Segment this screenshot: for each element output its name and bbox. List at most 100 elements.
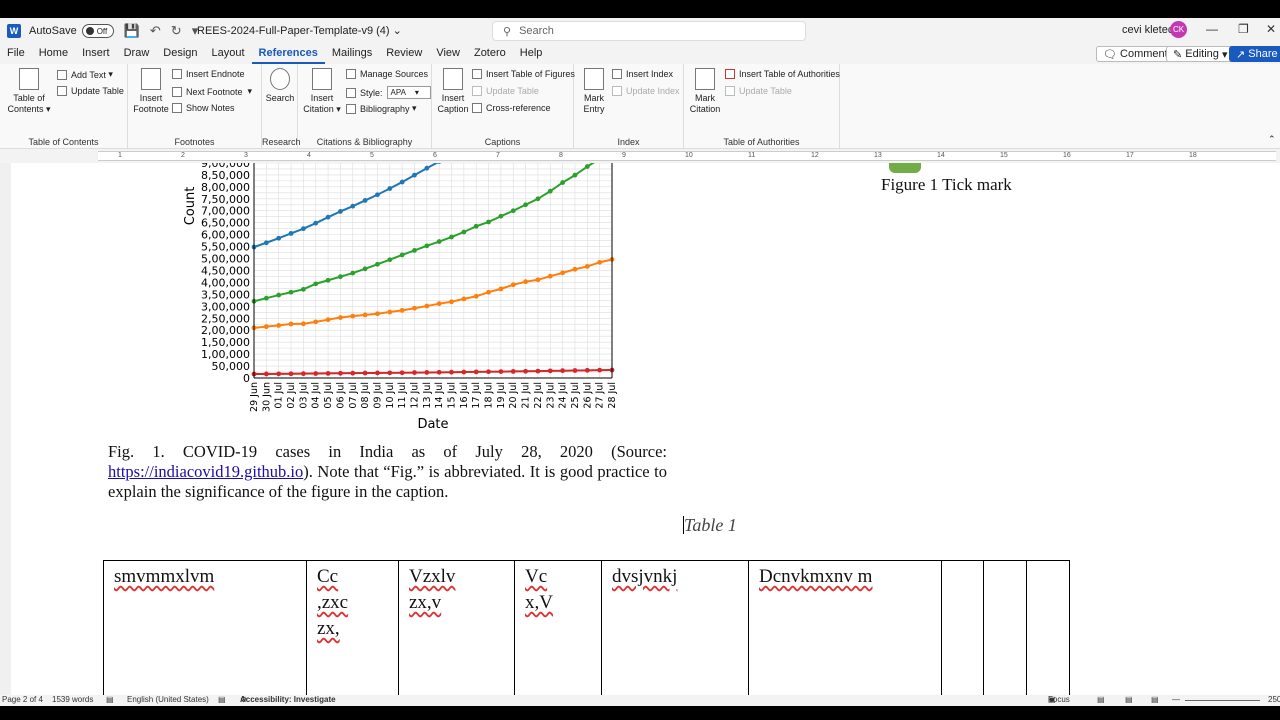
editing-button[interactable]: ✎ Editing ▾	[1166, 46, 1235, 62]
tab-help[interactable]: Help	[513, 44, 550, 64]
data-point	[547, 188, 553, 194]
tab-review[interactable]: Review	[379, 44, 429, 64]
insert-footnote-button[interactable]: Insert Footnote	[132, 68, 170, 115]
manage-sources-button[interactable]: Manage Sources	[346, 69, 428, 79]
page[interactable]: 0 50,000 1,00,000 1,50,000 2,00,000 2,50,000 3…	[11, 163, 1280, 706]
undo-icon[interactable]: ↶	[150, 23, 161, 39]
update-index-button[interactable]: Update Index	[612, 86, 680, 96]
insert-caption-button[interactable]: Insert Caption	[436, 68, 470, 115]
insert-tof-label: Insert Table of Figures	[486, 69, 575, 79]
table-cell[interactable]	[983, 560, 1027, 706]
y-axis-label: Count	[183, 187, 198, 226]
tab-design[interactable]: Design	[156, 44, 204, 64]
tab-layout[interactable]: Layout	[205, 44, 252, 64]
group-label: Table of Contents	[28, 137, 99, 147]
group-label: Citations & Bibliography	[316, 137, 413, 147]
bibliography-button[interactable]: Bibliography ▾	[346, 103, 417, 114]
x-tick-label: 11 Jul	[397, 382, 408, 409]
search-box[interactable]: ⚲ Search	[492, 21, 806, 41]
tab-insert[interactable]: Insert	[75, 44, 117, 64]
table-1[interactable]: smvmmxlvm Cc ,zxc zx, Vzxlv zx,v Vc x,V dvsj…	[103, 560, 1070, 706]
style-select[interactable]: Style: APA ▾	[346, 86, 431, 99]
cross-reference-button[interactable]: Cross-reference	[472, 103, 551, 113]
language[interactable]: English (United States)	[127, 695, 209, 704]
table-cell[interactable]: Vzxlv zx,v	[398, 560, 515, 706]
table-cell[interactable]: Cc ,zxc zx,	[306, 560, 399, 706]
table-cell[interactable]	[941, 560, 984, 706]
tab-view[interactable]: View	[429, 44, 467, 64]
update-index-label: Update Index	[626, 86, 680, 96]
horizontal-ruler[interactable]: 1 2 3 4 5 6 7 8 9 10 11 12 13 14 15 16 17 18	[0, 149, 1280, 163]
word-count[interactable]: 1539 words	[52, 695, 93, 704]
insert-index-button[interactable]: Insert Index	[612, 69, 673, 79]
insert-toa-button[interactable]: Insert Table of Authorities	[725, 69, 840, 79]
table-cell[interactable]: smvmmxlvm	[103, 560, 307, 706]
cell-text: ,zxc	[317, 592, 349, 613]
redo-icon[interactable]: ↻	[171, 23, 182, 39]
avatar[interactable]: CK	[1170, 21, 1187, 38]
search-button[interactable]: Search	[264, 68, 296, 104]
tab-home[interactable]: Home	[32, 44, 75, 64]
update-table-button[interactable]: Update Table	[57, 86, 124, 96]
maximize-icon[interactable]: ❐	[1238, 22, 1249, 36]
minimize-icon[interactable]: —	[1206, 22, 1218, 36]
data-point	[300, 371, 306, 377]
proofing-icon[interactable]: ▤	[106, 695, 114, 704]
show-notes-button[interactable]: Show Notes	[172, 103, 235, 113]
web-layout-icon[interactable]: ▤	[1151, 695, 1159, 704]
data-point	[572, 368, 578, 373]
data-point	[535, 277, 541, 283]
add-text-button[interactable]: Add Text ▾	[57, 69, 113, 80]
table-cell[interactable]: dvsjvnkj	[601, 560, 749, 706]
print-layout-icon[interactable]: ▤	[1125, 695, 1133, 704]
table-cell[interactable]	[1026, 560, 1070, 706]
insert-endnote-button[interactable]: Insert Endnote	[172, 69, 245, 79]
zoom-out-icon[interactable]: —	[1172, 695, 1180, 704]
style-value[interactable]: APA ▾	[386, 86, 431, 99]
insert-index-icon	[612, 69, 622, 79]
table-of-contents-button[interactable]: Table of Contents ▾	[6, 68, 52, 115]
manage-sources-icon	[346, 69, 356, 79]
table-cell[interactable]: Dcnvkmxnv m	[748, 560, 942, 706]
update-table-captions-button[interactable]: Update Table	[472, 86, 539, 96]
next-footnote-button[interactable]: Next Footnote ▾	[172, 86, 252, 97]
style-icon	[346, 87, 356, 98]
tab-draw[interactable]: Draw	[117, 44, 157, 64]
toc-icon	[19, 68, 39, 90]
page-count[interactable]: Page 2 of 4	[2, 695, 43, 704]
insert-table-of-figures-button[interactable]: Insert Table of Figures	[472, 69, 575, 79]
table-cell[interactable]: Vc x,V	[514, 560, 602, 706]
insert-citation-button[interactable]: Insert Citation ▾	[302, 68, 342, 115]
text-predictions-icon[interactable]: ▤	[218, 695, 226, 704]
read-mode-icon[interactable]: ▤	[1097, 695, 1105, 704]
caption-link[interactable]: https://indiacovid19.github.io	[108, 462, 303, 481]
mark-entry-button[interactable]: Mark Entry	[578, 68, 610, 115]
update-table-icon	[57, 86, 67, 96]
close-icon[interactable]: ✕	[1266, 22, 1276, 36]
x-tick-label: 08 Jul	[360, 382, 371, 409]
x-tick-label: 23 Jul	[545, 382, 556, 409]
tab-zotero[interactable]: Zotero	[467, 44, 513, 64]
accessibility-status[interactable]: ⚙ Accessibility: Investigate	[240, 695, 336, 704]
tab-file[interactable]: File	[0, 44, 32, 64]
zoom-level[interactable]: 250	[1268, 695, 1280, 704]
mark-citation-button[interactable]: Mark Citation	[688, 68, 722, 115]
update-toa-button[interactable]: Update Table	[725, 86, 792, 96]
data-point	[572, 266, 578, 272]
zoom-slider[interactable]	[1185, 700, 1260, 701]
share-button[interactable]: ↗ Share	[1229, 46, 1280, 62]
search-icon: ⚲	[503, 25, 512, 38]
ruler-number: 13	[874, 152, 882, 159]
data-point	[300, 226, 306, 232]
data-point	[572, 172, 578, 178]
group-label: Footnotes	[174, 137, 215, 147]
vertical-ruler[interactable]	[0, 163, 11, 695]
document-title[interactable]: REES-2024-Full-Paper-Template-v9 (4) ⌄	[197, 24, 402, 37]
tab-references[interactable]: References	[251, 44, 325, 64]
y-tick-label: 5,00,000	[201, 253, 250, 266]
share-icon: ↗	[1236, 48, 1249, 61]
collapse-ribbon-icon[interactable]: ⌃	[1268, 134, 1276, 145]
save-icon[interactable]: 💾	[124, 23, 140, 39]
autosave-toggle[interactable]: Off	[81, 24, 114, 38]
tab-mailings[interactable]: Mailings	[325, 44, 379, 64]
